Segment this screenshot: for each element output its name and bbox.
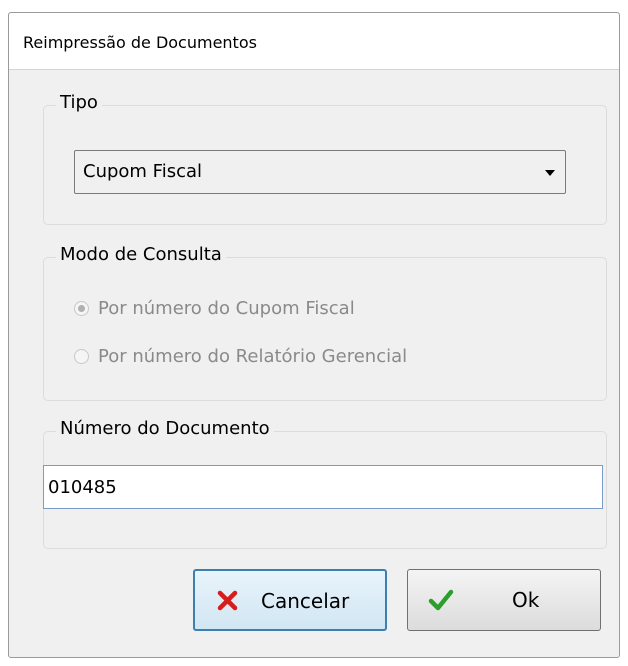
- numero-documento-value: 010485: [48, 477, 117, 498]
- ok-button[interactable]: Ok: [407, 569, 601, 631]
- check-icon: [428, 589, 454, 611]
- modo-consulta-legend: Modo de Consulta: [56, 244, 226, 265]
- modo-consulta-group: Modo de Consulta Por número do Cupom Fis…: [43, 244, 607, 401]
- cancel-button[interactable]: Cancelar: [193, 569, 387, 631]
- title-bar: Reimpressão de Documentos: [9, 13, 619, 70]
- radio-button[interactable]: [74, 349, 89, 364]
- numero-documento-input[interactable]: 010485: [43, 465, 603, 509]
- radio-selected-dot: [78, 305, 85, 312]
- close-icon: [217, 590, 238, 611]
- dialog-window: Reimpressão de Documentos Tipo Cupom Fis…: [8, 12, 620, 658]
- chevron-down-icon: [545, 170, 555, 176]
- tipo-select[interactable]: Cupom Fiscal: [74, 150, 566, 194]
- radio-label: Por número do Relatório Gerencial: [98, 346, 408, 367]
- tipo-legend: Tipo: [56, 92, 102, 113]
- tipo-group: Tipo Cupom Fiscal: [43, 92, 607, 225]
- tipo-select-value: Cupom Fiscal: [83, 161, 203, 182]
- numero-documento-legend: Número do Documento: [56, 418, 274, 439]
- cancel-button-label: Cancelar: [261, 589, 350, 613]
- ok-button-label: Ok: [512, 588, 540, 612]
- radio-button[interactable]: [74, 301, 89, 316]
- window-title: Reimpressão de Documentos: [23, 33, 257, 52]
- radio-label: Por número do Cupom Fiscal: [98, 298, 355, 319]
